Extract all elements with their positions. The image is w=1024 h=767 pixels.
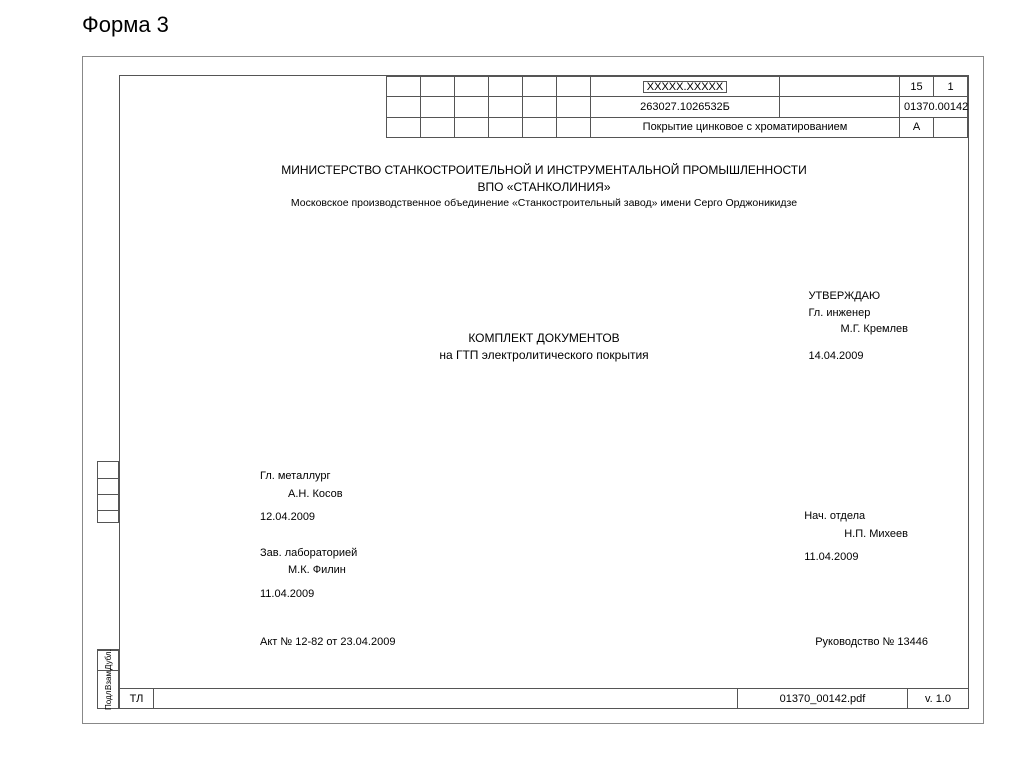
ministry-line2: ВПО «СТАНКОЛИНИЯ»	[120, 179, 968, 196]
margin-tab-dubl: Дубл.	[98, 650, 120, 670]
left-margin-grid	[97, 461, 119, 523]
approve-block: УТВЕРЖДАЮ Гл. инженер М.Г. Кремлев 14.04…	[808, 288, 908, 364]
ministry-line1: МИНИСТЕРСТВО СТАНКОСТРОИТЕЛЬНОЙ И ИНСТРУ…	[120, 162, 968, 179]
margin-tab-vzam: Взам.	[98, 670, 120, 690]
hdr-code-b: 1	[934, 77, 968, 97]
sign-left-name1: А.Н. Косов	[260, 486, 357, 504]
sign-right-date: 11.04.2009	[804, 549, 908, 567]
hdr-letter: А	[900, 117, 934, 137]
manual-number: Руководство № 13446	[815, 636, 928, 648]
document-frame: Дубл. Взам. Подл. XXXXX.XXXXX XXXXX.XXXX…	[82, 56, 984, 724]
footer-file: 01370_00142.pdf	[738, 689, 908, 708]
sign-left-date2: 11.04.2009	[260, 586, 357, 604]
hdr-code-a: 15	[900, 77, 934, 97]
footer-tl: ТЛ	[120, 689, 154, 708]
approve-date: 14.04.2009	[808, 348, 908, 365]
sign-left-role2: Зав. лабораторией	[260, 545, 357, 563]
ministry-block: МИНИСТЕРСТВО СТАНКОСТРОИТЕЛЬНОЙ И ИНСТРУ…	[120, 162, 968, 210]
sign-left-name2: М.К. Филин	[260, 562, 357, 580]
footer-ver: v. 1.0	[908, 689, 968, 708]
approve-title: УТВЕРЖДАЮ	[808, 288, 908, 305]
approve-name: М.Г. Кремлев	[808, 321, 908, 338]
sign-left-role1: Гл. металлург	[260, 468, 357, 486]
footer-bar: ТЛ 01370_00142.pdf v. 1.0	[120, 688, 968, 708]
sign-right-name: Н.П. Михеев	[804, 526, 908, 544]
ministry-line3: Московское производственное объединение …	[120, 196, 968, 211]
sign-left-date1: 12.04.2009	[260, 509, 357, 527]
inner-frame: XXXXX.XXXXX XXXXX.XXXXX 15 1 263027.1026…	[119, 75, 969, 709]
coating-text: Покрытие цинковое с хроматированием	[591, 117, 900, 137]
sign-right-block: Нач. отдела Н.П. Михеев 11.04.2009	[804, 508, 908, 567]
doc-no-right: 01370.00142	[900, 97, 968, 117]
sign-left-block: Гл. металлург А.Н. Косов 12.04.2009 Зав.…	[260, 468, 357, 604]
margin-tab-podl: Подл.	[98, 690, 120, 710]
sign-right-role: Нач. отдела	[804, 508, 908, 526]
left-margin-tabs: Дубл. Взам. Подл.	[97, 649, 119, 709]
approve-role: Гл. инженер	[808, 305, 908, 322]
act-number: Акт № 12-82 от 23.04.2009	[260, 636, 395, 648]
header-grid: XXXXX.XXXXX XXXXX.XXXXX 15 1 263027.1026…	[386, 76, 968, 138]
page-title: Форма 3	[82, 12, 169, 38]
main-content: МИНИСТЕРСТВО СТАНКОСТРОИТЕЛЬНОЙ И ИНСТРУ…	[120, 138, 968, 688]
hdr-placeholder: XXXXX.XXXXX	[591, 77, 780, 97]
doc-no-left: 263027.1026532Б	[591, 97, 780, 117]
